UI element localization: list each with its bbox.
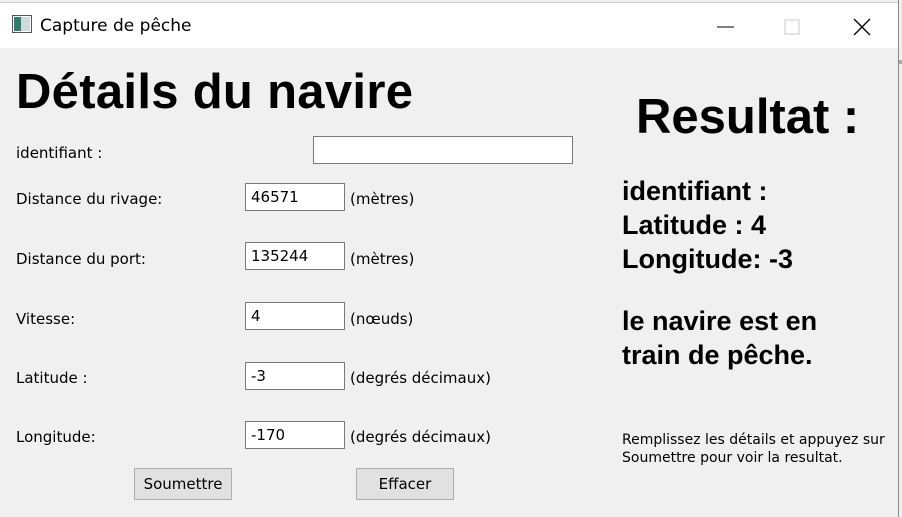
latitude-label: Latitude : bbox=[16, 369, 88, 387]
distance-port-unit: (mètres) bbox=[350, 250, 415, 268]
app-icon bbox=[12, 15, 32, 33]
identifiant-label: identifiant : bbox=[16, 144, 103, 162]
result-title: Resultat : bbox=[636, 90, 860, 144]
distance-port-label: Distance du port: bbox=[16, 250, 146, 268]
result-longitude: Longitude: -3 bbox=[622, 244, 793, 274]
window-title: Capture de pêche bbox=[40, 16, 192, 36]
close-button[interactable] bbox=[834, 9, 890, 45]
minimize-button[interactable] bbox=[698, 9, 754, 45]
maximize-icon bbox=[784, 19, 800, 35]
latitude-unit: (degrés décimaux) bbox=[350, 369, 491, 387]
close-icon bbox=[853, 18, 871, 36]
longitude-unit: (degrés décimaux) bbox=[350, 428, 491, 446]
vitesse-label: Vitesse: bbox=[16, 310, 76, 328]
longitude-input[interactable] bbox=[245, 421, 345, 449]
distance-rivage-label: Distance du rivage: bbox=[16, 190, 163, 208]
identifiant-input[interactable] bbox=[313, 136, 573, 164]
title-bar: Capture de pêche bbox=[0, 2, 898, 48]
app-window: Capture de pêche Détails du navire ident… bbox=[0, 0, 899, 517]
distance-rivage-unit: (mètres) bbox=[350, 190, 415, 208]
submit-button[interactable]: Soumettre bbox=[134, 468, 232, 500]
vitesse-input[interactable] bbox=[245, 302, 345, 330]
clear-button[interactable]: Effacer bbox=[356, 468, 454, 500]
result-message: le navire est en train de pêche. bbox=[622, 306, 818, 370]
form-heading: Détails du navire bbox=[16, 65, 414, 119]
maximize-button[interactable] bbox=[764, 9, 820, 45]
instructions-text: Remplissez les détails et appuyez sur So… bbox=[622, 432, 885, 466]
result-identifiant: identifiant : bbox=[622, 176, 768, 206]
distance-rivage-input[interactable] bbox=[245, 183, 345, 211]
latitude-input[interactable] bbox=[245, 362, 345, 390]
longitude-label: Longitude: bbox=[16, 428, 96, 446]
result-latitude: Latitude : 4 bbox=[622, 210, 767, 240]
vitesse-unit: (nœuds) bbox=[350, 310, 414, 328]
minimize-icon bbox=[717, 26, 734, 28]
distance-port-input[interactable] bbox=[245, 242, 345, 270]
